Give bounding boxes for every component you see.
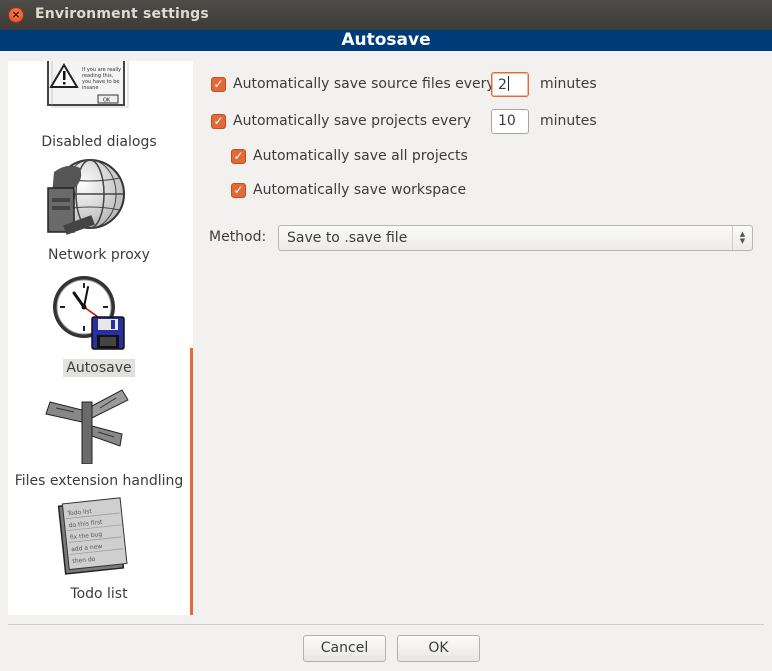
autosave-all-projects-row: ✓ Automatically save all projects bbox=[231, 146, 468, 166]
warning-dialog-icon: If you are really reading this, you have… bbox=[47, 61, 129, 108]
close-icon[interactable]: × bbox=[8, 7, 24, 23]
sidebar-scrollbar[interactable] bbox=[190, 348, 193, 615]
autosave-all-projects-label: Automatically save all projects bbox=[253, 148, 468, 164]
updown-arrows-icon: ▲ ▼ bbox=[732, 226, 752, 250]
sidebar-item-todo-list[interactable]: Todo list do this first fix the bug add … bbox=[8, 495, 190, 608]
autosave-workspace-row: ✓ Automatically save workspace bbox=[231, 180, 466, 200]
method-dropdown[interactable]: Save to .save file ▲ ▼ bbox=[278, 225, 753, 251]
source-files-unit: minutes bbox=[540, 76, 597, 92]
sidebar-item-label: Autosave bbox=[63, 359, 135, 377]
window-title: Environment settings bbox=[35, 6, 209, 22]
autosave-source-files-label: Automatically save source files every bbox=[233, 76, 495, 92]
window-titlebar: × Environment settings bbox=[0, 0, 772, 30]
sidebar-item-disabled-dialogs[interactable]: If you are really reading this, you have… bbox=[8, 61, 190, 156]
method-selected-value: Save to .save file bbox=[287, 230, 408, 246]
method-label: Method: bbox=[209, 229, 267, 245]
autosave-source-files-checkbox[interactable]: ✓ bbox=[211, 76, 226, 92]
autosave-projects-row: ✓ Automatically save projects every bbox=[211, 111, 471, 131]
projects-unit: minutes bbox=[540, 113, 597, 129]
sidebar-item-network-proxy[interactable]: Network proxy bbox=[8, 156, 190, 269]
cancel-button[interactable]: Cancel bbox=[303, 635, 386, 662]
ok-button[interactable]: OK bbox=[397, 635, 480, 662]
clock-floppy-icon bbox=[53, 276, 125, 350]
settings-sidebar: If you are really reading this, you have… bbox=[8, 61, 193, 615]
autosave-workspace-label: Automatically save workspace bbox=[253, 182, 467, 198]
notepad-icon: Todo list do this first fix the bug add … bbox=[57, 497, 128, 575]
dialog-icon-ok: OK bbox=[103, 98, 111, 104]
projects-minutes-input[interactable]: 10 bbox=[491, 109, 529, 134]
sidebar-item-label: Network proxy bbox=[48, 247, 150, 263]
autosave-source-files-row: ✓ Automatically save source files every bbox=[211, 74, 495, 94]
autosave-projects-checkbox[interactable]: ✓ bbox=[211, 113, 226, 129]
dialog-icon-text-4: insane bbox=[82, 85, 98, 91]
signpost-icon bbox=[45, 389, 129, 464]
sidebar-item-label: Files extension handling bbox=[14, 473, 184, 489]
footer-divider bbox=[8, 624, 764, 625]
source-files-minutes-value: 2 bbox=[498, 77, 507, 93]
sidebar-item-label: Todo list bbox=[70, 586, 128, 602]
globe-icon bbox=[47, 159, 125, 235]
autosave-all-projects-checkbox[interactable]: ✓ bbox=[231, 148, 246, 164]
sidebar-item-files-extension-handling[interactable]: Files extension handling bbox=[8, 382, 190, 495]
page-title: Autosave bbox=[0, 30, 772, 51]
source-files-minutes-input[interactable]: 2 bbox=[491, 72, 529, 97]
sidebar-item-autosave[interactable]: Autosave bbox=[8, 269, 190, 382]
autosave-projects-label: Automatically save projects every bbox=[233, 113, 471, 129]
projects-minutes-value: 10 bbox=[498, 113, 516, 129]
sidebar-item-label: Disabled dialogs bbox=[41, 134, 157, 150]
autosave-workspace-checkbox[interactable]: ✓ bbox=[231, 182, 246, 198]
